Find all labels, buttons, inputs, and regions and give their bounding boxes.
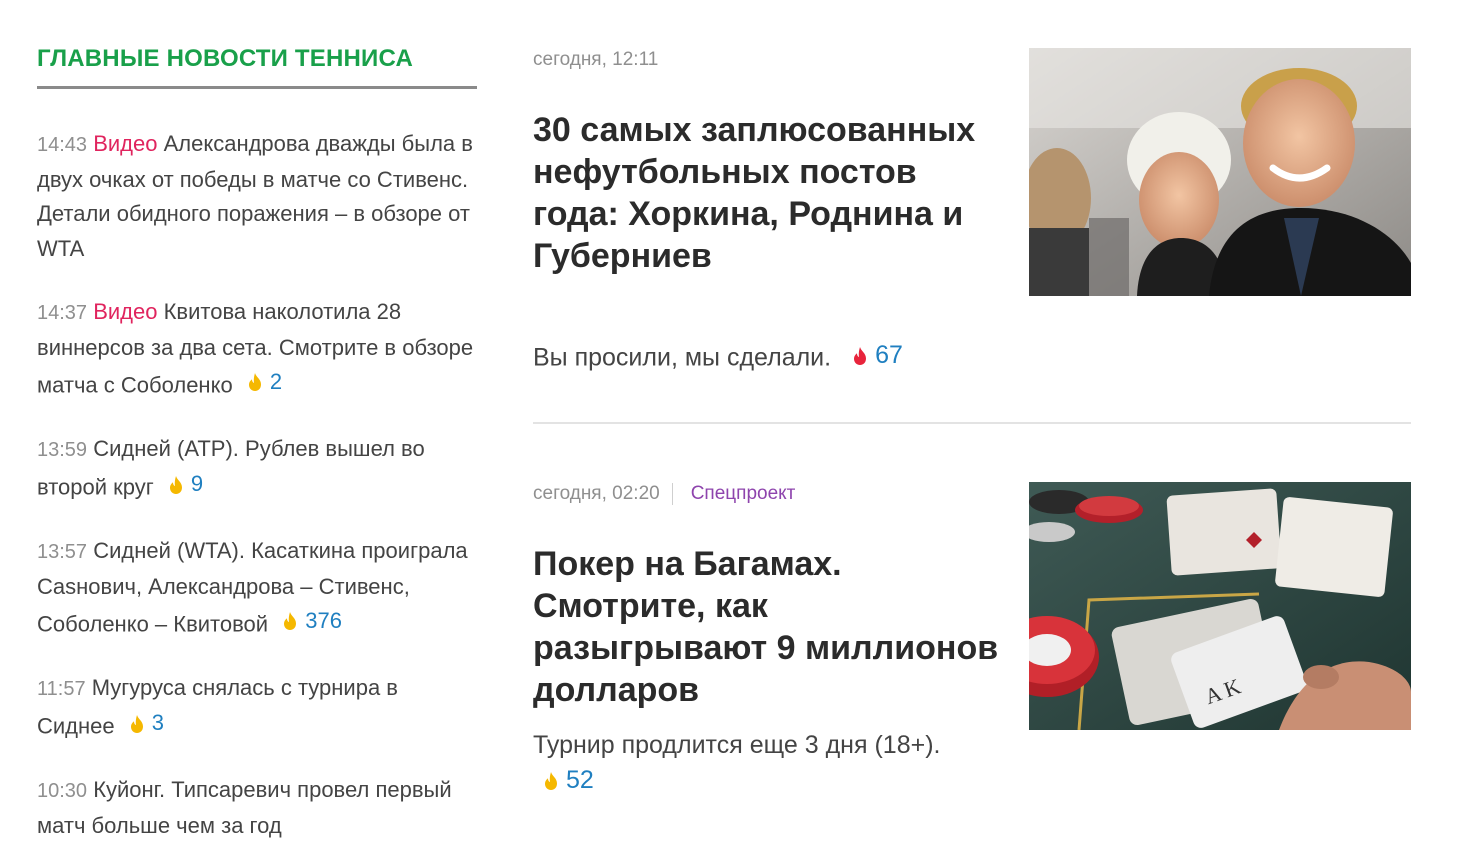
news-item[interactable]: 11:57 Мугуруса снялась с турнира в Сидне… [37, 671, 477, 744]
article-date: сегодня, 02:20 [533, 483, 660, 504]
special-project-tag[interactable]: Спецпроект [691, 480, 796, 508]
photo-poker-table: A K [1029, 482, 1411, 730]
news-headline[interactable]: Сидней (WTA). Касаткина проиграла Сasнов… [37, 538, 468, 636]
news-time: 10:30 [37, 780, 88, 802]
comment-badge[interactable]: 376 [282, 604, 342, 639]
page: ГЛАВНЫЕ НОВОСТИ ТЕННИСА 14:43 Видео Алек… [0, 0, 1460, 845]
article-date: сегодня, 12:11 [533, 49, 659, 70]
video-tag[interactable]: Видео [93, 299, 157, 324]
comment-badge[interactable]: 2 [247, 365, 282, 400]
news-item[interactable]: 10:30 Куйонг. Типсаревич провел первый м… [37, 773, 477, 843]
featured-article[interactable]: сегодня, 12:11 30 самых заплюсованных не… [533, 46, 1411, 372]
comment-badge[interactable]: 52 [543, 763, 594, 798]
comment-count: 376 [305, 608, 342, 633]
news-time: 13:59 [37, 438, 88, 461]
news-time: 14:37 [37, 302, 88, 324]
article-lead-text: Турнир продлится еще 3 дня (18+). [533, 731, 941, 759]
comment-badge[interactable]: 67 [852, 338, 903, 373]
flame-icon [248, 373, 261, 392]
photo-couple-event [1029, 48, 1411, 296]
tennis-news-sidebar: ГЛАВНЫЕ НОВОСТИ ТЕННИСА 14:43 Видео Алек… [37, 44, 477, 845]
comment-badge[interactable]: 3 [129, 706, 164, 741]
special-article[interactable]: сегодня, 02:20 Спецпроект Покер на Багам… [533, 480, 1411, 794]
comment-count: 52 [566, 766, 594, 794]
comment-count: 3 [151, 710, 165, 736]
news-item[interactable]: 14:37 Видео Квитова наколотила 28 виннер… [37, 295, 477, 403]
article-lead-text: Вы просили, мы сделали. [533, 343, 832, 372]
article-lead: Турнир продлится еще 3 дня (18+). 52 [533, 728, 983, 801]
article-lead: Вы просили, мы сделали. 67 [533, 338, 983, 376]
article-photo[interactable]: A K [1029, 482, 1411, 730]
news-headline[interactable]: Мугуруса снялась с турнира в Сиднее [37, 675, 398, 739]
flame-icon [545, 771, 557, 790]
comment-badge[interactable]: 9 [168, 467, 203, 502]
comment-count: 2 [269, 369, 283, 394]
news-time: 13:57 [37, 541, 88, 563]
video-tag[interactable]: Видео [93, 131, 157, 156]
flame-icon [130, 714, 143, 733]
article-title[interactable]: Покер на Багамах. Смотрите, как разыгрыв… [533, 543, 1003, 711]
hot-flame-icon [854, 346, 867, 365]
news-time: 11:57 [37, 677, 86, 700]
comment-count: 67 [875, 341, 903, 369]
news-time: 14:43 [37, 134, 88, 156]
news-headline[interactable]: Куйонг. Типсаревич провел первый матч бо… [37, 777, 452, 838]
flame-icon [169, 475, 182, 494]
news-item[interactable]: 13:59 Сидней (ATP). Рублев вышел во втор… [37, 432, 477, 505]
sidebar-title[interactable]: ГЛАВНЫЕ НОВОСТИ ТЕННИСА [37, 44, 477, 89]
flame-icon [284, 612, 297, 631]
meta-separator [671, 483, 673, 505]
comment-count: 9 [190, 471, 204, 497]
article-title[interactable]: 30 самых заплюсованных нефутбольных пост… [533, 109, 1003, 277]
news-item[interactable]: 14:43 Видео Александрова дважды была в д… [37, 127, 477, 266]
news-headline[interactable]: Сидней (ATP). Рублев вышел во второй кру… [37, 436, 425, 500]
news-item[interactable]: 13:57 Сидней (WTA). Касаткина проиграла … [37, 534, 477, 642]
article-photo[interactable] [1029, 48, 1411, 296]
articles-divider [533, 422, 1411, 424]
